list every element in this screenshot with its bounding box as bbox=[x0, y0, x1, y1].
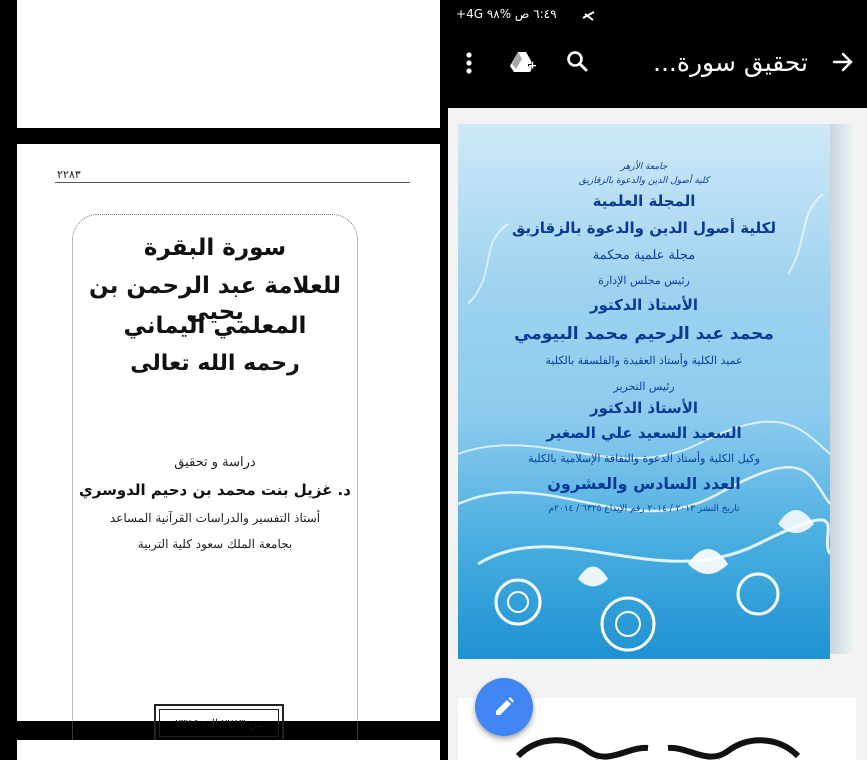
cover-faculty: كلية أصول الدين والدعوة بالزقازيق bbox=[578, 176, 710, 186]
edit-fab-button[interactable] bbox=[475, 678, 533, 736]
cover-title: الأستاذ الدكتور bbox=[589, 399, 699, 417]
cover-university: جامعة الأزهر bbox=[620, 162, 668, 172]
page-range-box: من ٢٢٨٣ إلى ٢٣٨٤ bbox=[154, 704, 284, 742]
title-frame: سورة البقرة للعلامة عبد الرحمن بن يحيى ا… bbox=[72, 214, 358, 760]
search-icon[interactable] bbox=[566, 50, 588, 72]
title-line: رحمه الله تعالى bbox=[130, 351, 300, 376]
cover-chair-role: عميد الكلية وأستاذ العقيدة والفلسفة بالك… bbox=[545, 354, 743, 367]
previous-page bbox=[8, 0, 440, 128]
title-line: سورة البقرة bbox=[143, 235, 287, 261]
cover-chair-name: محمد عبد الرحيم محمد البيومي bbox=[514, 324, 774, 344]
cover-page-edge bbox=[830, 124, 854, 654]
cover-peer-reviewed: مجلة علمية محكمة bbox=[592, 248, 696, 263]
header-rule bbox=[55, 182, 410, 183]
edit-pencil-icon bbox=[496, 697, 514, 715]
next-page bbox=[8, 740, 440, 760]
mute-icon bbox=[582, 11, 595, 21]
cover-journal: المجلة العلمية bbox=[592, 192, 696, 210]
app-bar: تحقيق سورة... bbox=[448, 28, 867, 108]
study-label: دراسة و تحقيق bbox=[174, 455, 256, 470]
pdf-viewer-app: ٦:٤٩ ص %٩٨ 4G+ تحقيق سورة... جامعة الأزه… bbox=[448, 0, 867, 760]
document-page: ٢٢٨٣ سورة البقرة للعلامة عبد الرحمن بن ي… bbox=[8, 144, 440, 760]
ornament-header-image bbox=[515, 737, 801, 760]
add-to-drive-icon[interactable] bbox=[510, 50, 538, 74]
page-range: من ٢٢٨٣ إلى ٢٣٨٤ bbox=[159, 709, 279, 737]
cover-issue: العدد السادس والعشرون bbox=[547, 474, 741, 493]
status-text: ٦:٤٩ ص %٩٨ 4G+ bbox=[456, 7, 557, 21]
cover-editor-label: رئيس التحرير bbox=[613, 380, 675, 393]
cover-editor-name: السعيد السعيد علي الصغير bbox=[546, 424, 742, 442]
cover-board-chair-label: رئيس مجلس الإدارة bbox=[598, 274, 690, 287]
author-name: د. غزيل بنت محمد بن دحيم الدوسري bbox=[79, 481, 351, 499]
title-line: المعلمي اليماني bbox=[123, 313, 307, 339]
arrow-back-icon[interactable] bbox=[832, 52, 854, 72]
cover-editor-role: وكيل الكلية وأستاذ الدعوة والثقافة الإسل… bbox=[528, 452, 760, 465]
document-title: تحقيق سورة... bbox=[653, 48, 808, 77]
more-vert-icon[interactable] bbox=[464, 51, 474, 75]
status-bar: ٦:٤٩ ص %٩٨ 4G+ bbox=[448, 0, 867, 28]
cover-publish-info: تاريخ النشر ٢٠١٣ / ٢٠١٤ رقم الإيداع ٦٣٢٥… bbox=[548, 504, 740, 514]
cover-journal-faculty: لكلية أصول الدين والدعوة بالزقازيق bbox=[512, 219, 776, 237]
author-affiliation: بجامعة الملك سعود كلية التربية bbox=[137, 537, 293, 551]
cover-title: الأستاذ الدكتور bbox=[589, 296, 699, 314]
author-role: أستاذ التفسير والدراسات القرآنية المساعد bbox=[109, 511, 321, 525]
journal-cover-page: جامعة الأزهر كلية أصول الدين والدعوة بال… bbox=[458, 124, 830, 659]
document-viewer[interactable]: جامعة الأزهر كلية أصول الدين والدعوة بال… bbox=[448, 108, 867, 760]
page-number: ٢٢٨٣ bbox=[57, 168, 81, 181]
left-document-panel: ٢٢٨٣ سورة البقرة للعلامة عبد الرحمن بن ي… bbox=[0, 0, 447, 760]
